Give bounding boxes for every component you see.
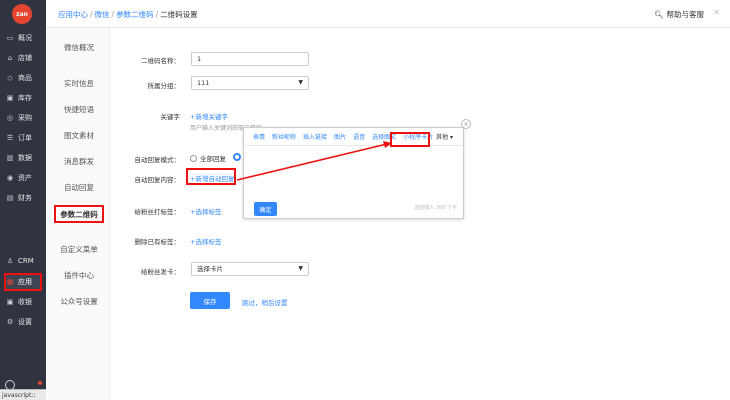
group-label: 所属分组： (147, 82, 181, 90)
subnav-item-plugins[interactable]: 插件中心 (54, 266, 104, 284)
popup-close-icon[interactable]: ✕ (461, 119, 471, 129)
highlight-mini-program (390, 132, 430, 147)
subnav-item-account-settings[interactable]: 公众号设置 (54, 292, 104, 310)
subnav-item-materials[interactable]: 图文素材 (54, 126, 104, 144)
subnav-item-quick-phrase[interactable]: 快捷短语 (54, 100, 104, 118)
nav-item-orders[interactable]: ☰ 订单 (6, 131, 40, 145)
editor-textarea[interactable] (246, 148, 461, 198)
char-count: 还能输入 300 个字 (414, 205, 457, 211)
sub-nav: 微信概况 实时信息 快捷短语 图文素材 消息群发 自动回复 参数二维码 自定义菜… (46, 28, 110, 400)
tool-voice[interactable]: 语音 (353, 132, 365, 141)
chart-icon: ▥ (6, 154, 14, 162)
money-icon: ◉ (6, 174, 14, 182)
qrcode-name-input[interactable]: 1 (191, 52, 309, 66)
nav-item-apps[interactable]: ▦ 应用 (4, 273, 42, 291)
nav-item-store[interactable]: ⌂ 店铺 (6, 51, 40, 65)
select-tag-link[interactable]: +选择标签 (190, 206, 221, 216)
box-icon: ▣ (6, 94, 14, 102)
chevron-down-icon: ▼ (298, 79, 303, 86)
search-icon: 🔍︎ (653, 10, 664, 19)
main-nav: zan ▭ 概况 ⌂ 店铺 ◇ 商品 ▣ 库存 ◎ 采购 ☰ 订单 ▥ 数据 ◉ 资产 ▤ 财务 … (0, 0, 46, 400)
notification-dot (38, 381, 42, 385)
gear-icon: ⚙ (6, 318, 14, 326)
user-icon: ♙ (6, 257, 14, 265)
nav-item-assets[interactable]: ◉ 资产 (6, 171, 40, 185)
tag-icon: ◇ (7, 74, 13, 82)
nav-item-purchase[interactable]: ◎ 采购 (6, 111, 40, 125)
card-select[interactable]: 选择卡片 ▼ (191, 262, 309, 276)
tool-fan-nickname[interactable]: 粉丝昵称 (272, 132, 296, 141)
doc-icon: ▤ (6, 194, 14, 202)
tool-emoji[interactable]: 表情 (253, 132, 265, 141)
nav-item-crm[interactable]: ♙ CRM (6, 254, 40, 268)
skip-link[interactable]: 跳过，稍后设置 (242, 297, 288, 307)
nav-item-cashier[interactable]: ▣ 收银 (6, 295, 40, 309)
subnav-item-broadcast[interactable]: 消息群发 (54, 152, 104, 170)
tool-insert-link[interactable]: 插入链接 (303, 132, 327, 141)
monitor-icon: ▭ (6, 34, 14, 42)
top-bar: 应用中心 / 微信 / 参数二维码 / 二维码设置 🔍︎ 帮助与客服 ✕ (46, 0, 730, 28)
app-logo[interactable]: zan (12, 4, 32, 24)
confirm-button[interactable]: 确定 (254, 202, 277, 216)
save-button[interactable]: 保存 (190, 292, 230, 309)
tool-image[interactable]: 图片 (334, 132, 346, 141)
store-icon: ⌂ (7, 54, 13, 62)
reply-mode-random-radio[interactable] (233, 153, 241, 161)
auto-reply-popup: 表情 粉丝昵称 插入链接 图片 语音 选择图文 小程序卡片 其他 ▾ 确定 还能… (243, 127, 464, 219)
subnav-item-custom-menu[interactable]: 自定义菜单 (54, 240, 104, 258)
remove-tag-label: 删除已有标签： (134, 238, 181, 246)
breadcrumb: 应用中心 / 微信 / 参数二维码 / 二维码设置 (58, 10, 198, 19)
reply-content-label: 自动回复内容： (134, 176, 181, 184)
list-icon: ☰ (6, 134, 14, 142)
add-keyword-link[interactable]: +新增关键字 (190, 111, 228, 121)
help-button[interactable]: 🔍︎ 帮助与客服 (654, 9, 704, 20)
select-remove-tag-link[interactable]: +选择标签 (190, 236, 221, 246)
close-icon[interactable]: ✕ (713, 8, 720, 17)
chevron-down-icon: ▼ (298, 265, 303, 272)
qrcode-name-label: 二维码名称： (141, 57, 180, 65)
nav-item-finance[interactable]: ▤ 财务 (6, 191, 40, 205)
add-auto-reply-link[interactable]: +新增自动回复 (190, 173, 234, 183)
nav-item-overview[interactable]: ▭ 概况 (6, 31, 40, 45)
subnav-item-realtime[interactable]: 实时信息 (54, 74, 104, 92)
subnav-item-param-qrcode[interactable]: 参数二维码 (54, 205, 104, 223)
radio-circle (190, 154, 197, 162)
tag-fans-label: 给粉丝打标签： (134, 208, 181, 216)
subnav-item-auto-reply[interactable]: 自动回复 (54, 178, 104, 196)
status-bar: javascript:; (0, 389, 52, 400)
tool-more[interactable]: 其他 ▾ (436, 132, 453, 141)
subnav-item-overview[interactable]: 微信概况 (54, 38, 104, 56)
cart-icon: ◎ (6, 114, 14, 122)
inbox-icon: ▣ (6, 298, 14, 306)
keyword-label: 关键字 (160, 113, 181, 121)
reply-mode-label: 自动回复模式： (134, 156, 181, 164)
grid-icon: ▦ (6, 278, 14, 286)
breadcrumb-item-qrcode[interactable]: 参数二维码 (116, 10, 154, 19)
group-select[interactable]: 111 ▼ (191, 76, 309, 90)
breadcrumb-item-app-center[interactable]: 应用中心 (58, 10, 88, 19)
nav-item-data[interactable]: ▥ 数据 (6, 151, 40, 165)
breadcrumb-current: 二维码设置 (160, 10, 198, 19)
nav-item-stock[interactable]: ▣ 库存 (6, 91, 40, 105)
editor-toolbar: 表情 粉丝昵称 插入链接 图片 语音 选择图文 小程序卡片 其他 ▾ (244, 128, 463, 146)
caret-down-icon: ▾ (450, 134, 454, 141)
send-card-label: 给粉丝发卡： (141, 268, 180, 276)
reply-mode-all-radio[interactable]: 全部回复 (190, 153, 226, 163)
nav-item-goods[interactable]: ◇ 商品 (6, 71, 40, 85)
breadcrumb-item-wechat[interactable]: 微信 (95, 10, 110, 19)
nav-item-settings[interactable]: ⚙ 设置 (6, 315, 40, 329)
